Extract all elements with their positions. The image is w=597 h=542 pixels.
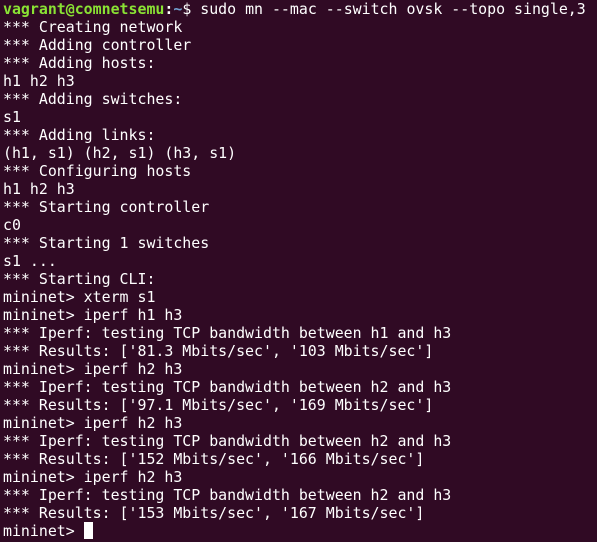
- mininet-prompt: mininet>: [3, 522, 84, 540]
- prompt-user-host: vagrant@comnetsemu: [3, 0, 165, 18]
- output-line: *** Results: ['153 Mbits/sec', '167 Mbit…: [3, 504, 425, 522]
- output-line: *** Adding links:: [3, 126, 156, 144]
- shell-prompt-line: vagrant@comnetsemu:~$ sudo mn --mac --sw…: [3, 0, 597, 18]
- output-line: *** Adding hosts:: [3, 54, 156, 72]
- output-line: *** Adding controller: [3, 36, 192, 54]
- output-line: *** Results: ['152 Mbits/sec', '166 Mbit…: [3, 450, 425, 468]
- terminal-output: *** Creating network *** Adding controlle…: [3, 18, 597, 522]
- output-line: *** Iperf: testing TCP bandwidth between…: [3, 378, 452, 396]
- output-line: *** Starting 1 switches: [3, 234, 210, 252]
- output-line: *** Starting controller: [3, 198, 210, 216]
- output-line: *** Iperf: testing TCP bandwidth between…: [3, 324, 452, 342]
- output-line: mininet> iperf h2 h3: [3, 360, 183, 378]
- output-line: *** Creating network: [3, 18, 183, 36]
- output-line: s1 ...: [3, 252, 57, 270]
- output-line: *** Results: ['81.3 Mbits/sec', '103 Mbi…: [3, 342, 434, 360]
- output-line: c0: [3, 216, 21, 234]
- text-cursor: [83, 522, 93, 539]
- shell-command: sudo mn --mac --switch ovsk --topo singl…: [200, 0, 586, 18]
- output-line: *** Iperf: testing TCP bandwidth between…: [3, 486, 452, 504]
- output-line: mininet> iperf h2 h3: [3, 468, 183, 486]
- output-line: h1 h2 h3: [3, 180, 75, 198]
- output-line: *** Starting CLI:: [3, 270, 156, 288]
- output-line: *** Iperf: testing TCP bandwidth between…: [3, 432, 452, 450]
- output-line: *** Adding switches:: [3, 90, 183, 108]
- prompt-path: ~: [173, 0, 183, 18]
- output-line: mininet> iperf h1 h3: [3, 306, 183, 324]
- mininet-input-line[interactable]: mininet>: [3, 522, 597, 540]
- output-line: h1 h2 h3: [3, 72, 75, 90]
- prompt-separator: :: [164, 0, 174, 18]
- output-line: *** Results: ['97.1 Mbits/sec', '169 Mbi…: [3, 396, 434, 414]
- output-line: s1: [3, 108, 21, 126]
- terminal-window[interactable]: vagrant@comnetsemu:~$ sudo mn --mac --sw…: [0, 0, 597, 542]
- prompt-symbol: $: [182, 0, 201, 18]
- output-line: mininet> iperf h2 h3: [3, 414, 183, 432]
- output-line: (h1, s1) (h2, s1) (h3, s1): [3, 144, 237, 162]
- output-line: *** Configuring hosts: [3, 162, 192, 180]
- output-line: mininet> xterm s1: [3, 288, 156, 306]
